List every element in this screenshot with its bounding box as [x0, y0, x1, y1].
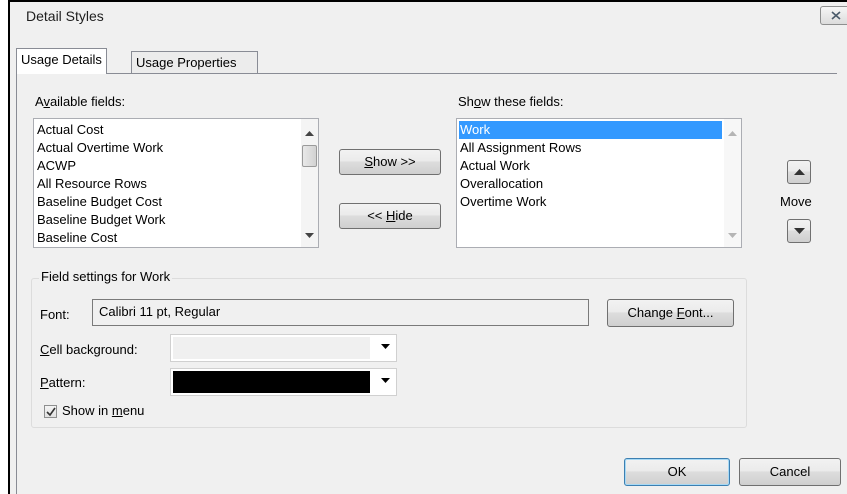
close-icon	[831, 11, 841, 20]
list-item[interactable]: Overtime Work	[459, 193, 546, 211]
list-item[interactable]: Overallocation	[459, 175, 543, 193]
tab-usage-details[interactable]: Usage Details	[16, 48, 107, 74]
pattern-swatch	[173, 371, 370, 393]
list-item[interactable]: Baseline Budget Cost	[36, 193, 162, 211]
show-fields-label: Show these fields:	[458, 94, 564, 109]
tab-label: Usage Properties	[136, 55, 237, 70]
list-item[interactable]: All Assignment Rows	[459, 139, 581, 157]
chevron-down-icon	[381, 344, 390, 349]
chevron-down-icon	[381, 378, 390, 383]
list-item[interactable]: All Resource Rows	[36, 175, 147, 193]
list-item-selected[interactable]: Work	[459, 121, 722, 139]
scroll-up-icon[interactable]	[305, 131, 314, 137]
tab-label: Usage Details	[21, 52, 102, 67]
cancel-button[interactable]: Cancel	[739, 458, 841, 486]
pattern-label: Pattern:	[40, 375, 86, 390]
list-item[interactable]: Baseline Budget Work	[36, 211, 165, 229]
list-item[interactable]: Actual Cost	[36, 121, 103, 139]
move-down-button[interactable]	[787, 219, 811, 243]
move-label: Move	[780, 194, 812, 209]
show-fields-scrollbar[interactable]	[724, 119, 741, 247]
close-button[interactable]	[820, 6, 847, 25]
move-up-button[interactable]	[787, 160, 811, 184]
cell-background-label: Cell background:	[40, 342, 138, 357]
font-label: Font:	[40, 307, 70, 322]
list-item[interactable]: Actual Work	[459, 157, 530, 175]
list-item[interactable]: Baseline Cost	[36, 229, 117, 247]
checkmark-icon	[46, 407, 56, 417]
show-in-menu-label[interactable]: Show in menu	[62, 403, 144, 418]
cell-background-swatch	[173, 337, 370, 359]
show-button[interactable]: Show >>	[339, 149, 441, 175]
ok-button[interactable]: OK	[624, 458, 730, 486]
available-fields-label: Available fields:	[35, 94, 126, 109]
font-value-field: Calibri 11 pt, Regular	[92, 299, 589, 326]
pattern-dropdown[interactable]	[170, 368, 397, 396]
list-item[interactable]: Actual Overtime Work	[36, 139, 163, 157]
hide-button[interactable]: << Hide	[339, 203, 441, 229]
dialog-title: Detail Styles	[26, 8, 104, 24]
tab-usage-properties[interactable]: Usage Properties	[131, 51, 258, 75]
list-item[interactable]: ACWP	[36, 157, 76, 175]
scroll-down-icon[interactable]	[305, 233, 314, 239]
scroll-down-icon[interactable]	[728, 233, 737, 239]
change-font-button[interactable]: Change Font...	[607, 299, 734, 327]
cell-background-dropdown[interactable]	[170, 334, 397, 362]
scroll-up-icon[interactable]	[728, 131, 737, 137]
show-in-menu-checkbox[interactable]	[44, 405, 57, 418]
show-fields-list[interactable]: Work All Assignment Rows Actual Work Ove…	[456, 118, 742, 248]
scroll-thumb[interactable]	[302, 145, 317, 167]
arrow-down-icon	[794, 228, 805, 234]
available-fields-list[interactable]: Actual Cost Actual Overtime Work ACWP Al…	[33, 118, 319, 248]
field-settings-title: Field settings for Work	[39, 269, 173, 284]
arrow-up-icon	[794, 169, 805, 175]
available-scrollbar[interactable]	[301, 119, 318, 247]
